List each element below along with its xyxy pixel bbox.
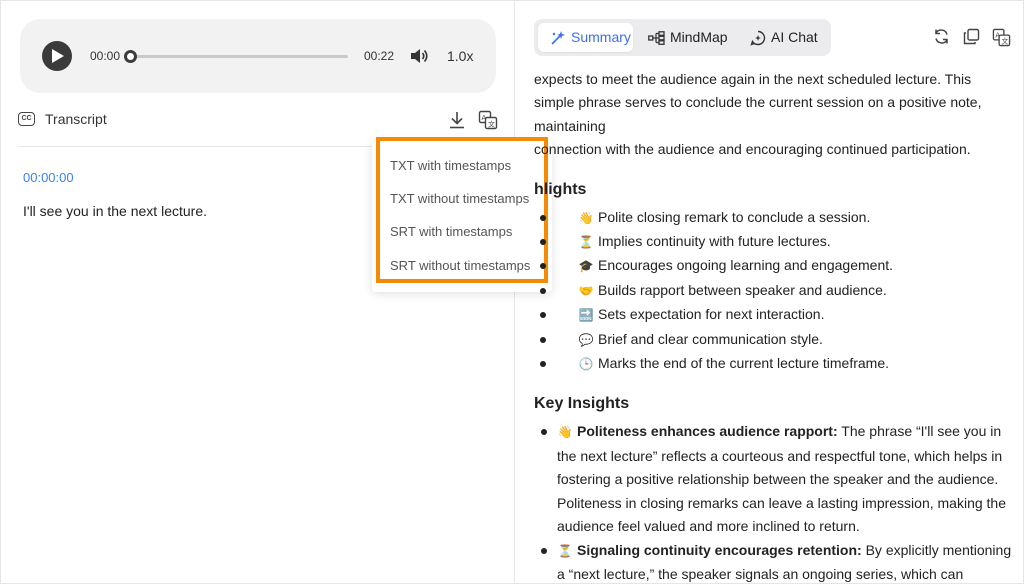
mindmap-icon (648, 31, 665, 46)
tab-ai-chat-label: AI Chat (771, 29, 818, 45)
svg-text:文: 文 (1002, 37, 1009, 46)
menu-item-txt-with-timestamps[interactable]: TXT with timestamps (390, 158, 511, 173)
hourglass-icon: ⏳ (578, 235, 594, 250)
seek-handle[interactable] (124, 50, 137, 63)
highlight-item: 🎓 Encourages ongoing learning and engagem… (534, 254, 1014, 278)
menu-item-srt-without-timestamps[interactable]: SRT without timestamps (390, 258, 530, 273)
wave-icon: 👋 (557, 425, 573, 440)
key-insights-heading: Key Insights (534, 395, 630, 413)
summary-intro: expects to meet the audience again in th… (534, 71, 982, 134)
summary-paragraph: expects to meet the audience again in th… (534, 68, 1014, 162)
transcript-timestamp[interactable]: 00:00:00 (23, 170, 74, 185)
menu-item-txt-without-timestamps[interactable]: TXT without timestamps (390, 191, 529, 206)
current-time: 00:00 (90, 49, 121, 63)
handshake-icon: 🤝 (578, 283, 594, 298)
download-icon[interactable] (448, 110, 466, 130)
insight-item: ⏳ Signaling continuity encourages retenti… (534, 539, 1014, 584)
highlight-item: 🕒 Marks the end of the current lecture ti… (534, 352, 1014, 376)
summary-content: expects to meet the audience again in th… (534, 62, 1014, 584)
transcript-title: Transcript (45, 111, 107, 127)
svg-text:A: A (482, 114, 487, 122)
tab-mindmap-label: MindMap (670, 29, 728, 45)
audio-player: 00:00 00:22 1.0x (20, 19, 496, 93)
summary-intro-line3: connection with the audience and encoura… (534, 141, 971, 158)
tab-ai-chat[interactable]: AI Chat (750, 23, 828, 52)
svg-text:文: 文 (488, 120, 495, 129)
closed-captions-icon: CC (18, 112, 35, 126)
play-icon (52, 49, 64, 63)
highlight-item: 🤝 Builds rapport between speaker and audi… (534, 279, 1014, 303)
translate-icon[interactable]: A 文 (478, 110, 498, 130)
speech-bubble-icon: 💬 (578, 332, 594, 347)
wave-icon: 👋 (578, 210, 594, 225)
seek-bar[interactable] (130, 55, 348, 58)
insight-item: 👋 Politeness enhances audience rapport: T… (534, 420, 1014, 538)
sparkle-wand-icon (551, 31, 565, 45)
svg-text:A: A (995, 32, 1000, 40)
play-button[interactable] (42, 41, 72, 71)
ai-chat-icon (750, 31, 766, 46)
highlight-item: 🔜 Sets expectation for next interaction. (534, 303, 1014, 327)
playback-speed[interactable]: 1.0x (447, 48, 473, 64)
tab-summary-label: Summary (571, 29, 631, 45)
menu-item-srt-with-timestamps[interactable]: SRT with timestamps (390, 224, 512, 239)
insights-list: 👋 Politeness enhances audience rapport: T… (534, 420, 1014, 584)
transcript-line: I'll see you in the next lecture. (23, 203, 207, 219)
tab-mindmap[interactable]: MindMap (648, 23, 738, 52)
refresh-icon[interactable] (933, 28, 950, 45)
tab-summary[interactable]: Summary (538, 23, 633, 52)
volume-icon[interactable] (409, 47, 429, 65)
hourglass-icon: ⏳ (557, 543, 573, 558)
graduation-cap-icon: 🎓 (578, 259, 594, 274)
clock-icon: 🕒 (578, 357, 594, 372)
soon-arrow-icon: 🔜 (578, 308, 594, 323)
transcript-header: CC Transcript A 文 (18, 110, 498, 132)
highlight-item: 👋 Polite closing remark to conclude a ses… (534, 206, 1014, 230)
transcript-pane: 00:00 00:22 1.0x CC Transcript A 文 00:00… (0, 0, 515, 584)
copy-icon[interactable] (963, 28, 980, 45)
duration: 00:22 (364, 49, 395, 63)
view-tabs: Summary MindMap AI Chat (534, 19, 831, 56)
highlights-list: 👋 Polite closing remark to conclude a ses… (534, 206, 1014, 377)
highlight-item: 💬 Brief and clear communication style. (534, 328, 1014, 352)
summary-pane: Summary MindMap AI Chat A 文 expects to m… (516, 0, 1024, 584)
highlight-item: ⏳ Implies continuity with future lectures… (534, 230, 1014, 254)
translate-summary-icon[interactable]: A 文 (992, 28, 1011, 47)
highlights-heading: hlights (534, 180, 587, 198)
